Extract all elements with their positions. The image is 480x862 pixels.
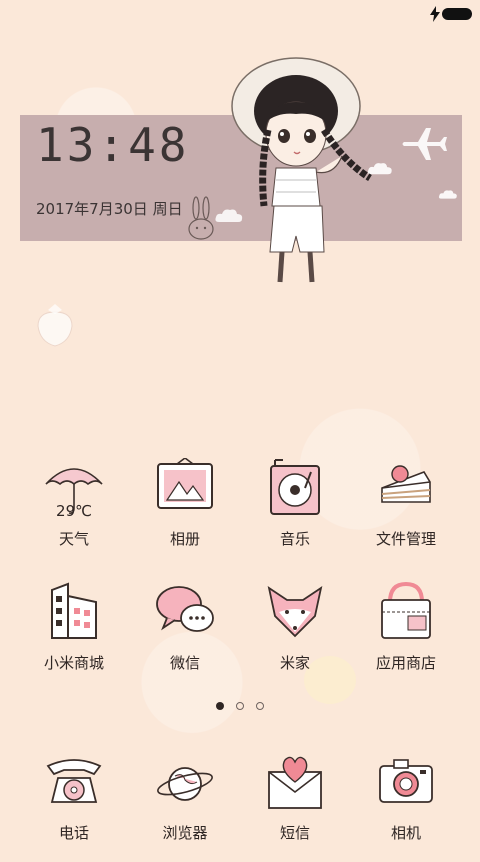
page-dot[interactable]: [236, 702, 244, 710]
app-label: 米家: [279, 654, 310, 672]
app-label: 相机: [390, 824, 421, 842]
dock-phone[interactable]: 电话: [19, 752, 129, 862]
cloud-doodle-icon: [438, 190, 457, 199]
record-player-icon: [270, 459, 320, 515]
planet-icon: [157, 767, 213, 801]
dock-messages[interactable]: 短信: [240, 752, 350, 862]
dock-camera[interactable]: 相机: [351, 752, 461, 862]
app-label: 浏览器: [162, 824, 208, 842]
app-label: 电话: [58, 824, 89, 842]
page-dot[interactable]: [256, 702, 264, 710]
girl-illustration: [231, 57, 372, 283]
app-label: 文件管理: [375, 530, 436, 548]
picture-frame-icon: [157, 458, 213, 509]
strawberry-doodle-icon: [37, 304, 73, 347]
app-file-manager[interactable]: 文件管理: [351, 458, 461, 568]
app-weather[interactable]: 29℃ 天气: [19, 458, 129, 568]
app-label: 应用商店: [375, 654, 436, 672]
app-label: 微信: [169, 654, 200, 672]
page-dot[interactable]: [216, 702, 224, 710]
app-music[interactable]: 音乐: [240, 458, 350, 568]
shopping-bag-icon: [381, 582, 431, 639]
clock-date: 2017年7月30日 周日: [36, 200, 183, 218]
page-indicator[interactable]: [214, 700, 274, 712]
envelope-heart-icon: [268, 756, 322, 809]
app-label: 小米商城: [43, 654, 104, 672]
status-bar: [0, 0, 480, 28]
app-app-store[interactable]: 应用商店: [351, 582, 461, 692]
rotary-phone-icon: [46, 759, 102, 803]
app-label: 音乐: [279, 530, 310, 548]
battery-icon: [442, 8, 472, 20]
airplane-doodle-icon: [402, 128, 447, 160]
clock-time[interactable]: 13:48: [36, 118, 189, 172]
weather-temperature: 29℃: [56, 502, 92, 520]
chat-bubbles-icon: [156, 586, 214, 632]
cake-icon: [381, 465, 431, 503]
app-label: 相册: [169, 530, 200, 548]
app-gallery[interactable]: 相册: [130, 458, 240, 568]
app-mijia[interactable]: 米家: [240, 582, 350, 692]
fox-icon: [267, 586, 323, 638]
app-mi-store[interactable]: 小米商城: [19, 582, 129, 692]
app-label: 天气: [58, 530, 89, 548]
bolt-icon: [430, 6, 440, 22]
app-wechat[interactable]: 微信: [130, 582, 240, 692]
dock-browser[interactable]: 浏览器: [130, 752, 240, 862]
app-label: 短信: [279, 824, 310, 842]
camera-icon: [379, 759, 433, 803]
building-icon: [51, 582, 97, 639]
rabbit-doodle-icon: [188, 196, 214, 240]
